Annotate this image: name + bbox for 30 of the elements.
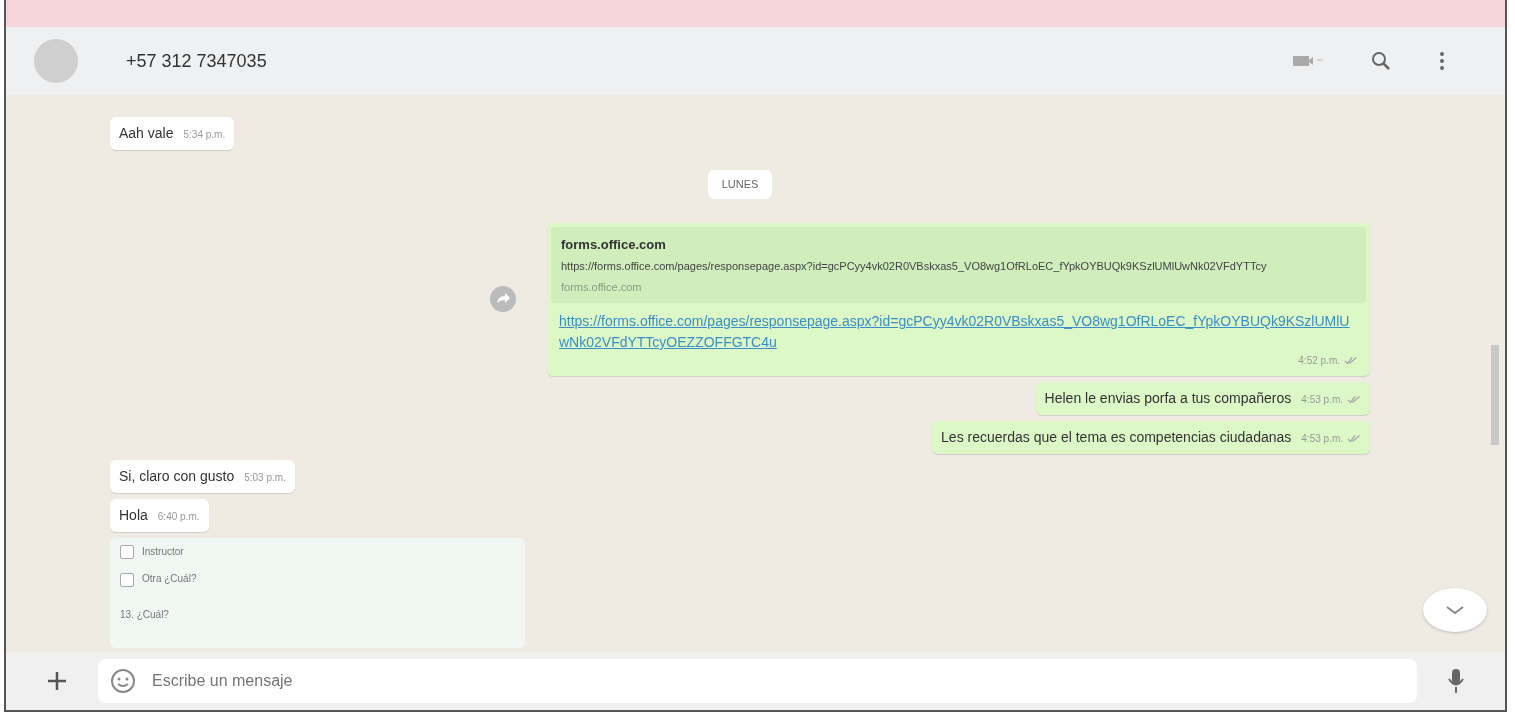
message-time: 5:34 p.m. xyxy=(183,129,226,140)
menu-icon[interactable] xyxy=(1439,51,1445,71)
message-text: Hola xyxy=(119,507,148,523)
contact-name: +57 312 7347035 xyxy=(126,49,267,73)
chevron-down-icon xyxy=(1445,605,1465,615)
preview-domain: forms.office.com xyxy=(561,279,643,295)
message-time: 4:52 p.m. xyxy=(1298,354,1340,368)
question-text: 13. ¿Cuál? xyxy=(120,607,170,622)
preview-description: https://forms.office.com/pages/responsepage.aspx?id=gcPCyy4vk02R0VBskxas5_VO8wg1OfRLoEC_fYpkOYBUQk9KSzlUMlUwNk02VFdYTTcy xyxy=(561,259,1268,274)
search-icon[interactable] xyxy=(1371,51,1391,71)
sticker-icon[interactable] xyxy=(110,668,136,694)
message-text: Helen le envias porfa a tus compañeros xyxy=(1044,390,1292,406)
plus-icon[interactable] xyxy=(46,670,68,692)
microphone-icon[interactable] xyxy=(1447,668,1465,694)
message-field[interactable]: Escribe un mensaje xyxy=(98,659,1417,703)
date-label: LUNES xyxy=(707,170,773,199)
scrollbar-thumb[interactable] xyxy=(1491,345,1499,445)
message-time: 6:40 p.m. xyxy=(157,511,200,522)
option-label: Instructor xyxy=(142,546,184,557)
link-preview[interactable]: forms.office.com https://forms.office.com/pages/responsepage.aspx?id=gcPCyy4vk02R0VBskxas5_VO8wg1OfRLoEC_fYpkOYBUQk9KSzlUMlUwNk02VFdYTTcy forms.office.com xyxy=(551,226,1366,303)
message-text: Aah vale xyxy=(119,125,174,141)
preview-title: forms.office.com xyxy=(561,235,667,254)
message-time: 4:53 p.m. xyxy=(1301,394,1343,405)
message-text: Les recuerdas que el tema es competencias ciudadanas xyxy=(941,429,1292,445)
message-text: Si, claro con gusto xyxy=(119,468,235,484)
option-label: Otra ¿Cuál? xyxy=(142,573,197,585)
message-time: 4:53 p.m. xyxy=(1301,433,1343,444)
video-call-icon[interactable] xyxy=(1293,54,1323,68)
forward-icon[interactable] xyxy=(489,285,517,314)
message-time: 5:03 p.m. xyxy=(244,472,286,483)
